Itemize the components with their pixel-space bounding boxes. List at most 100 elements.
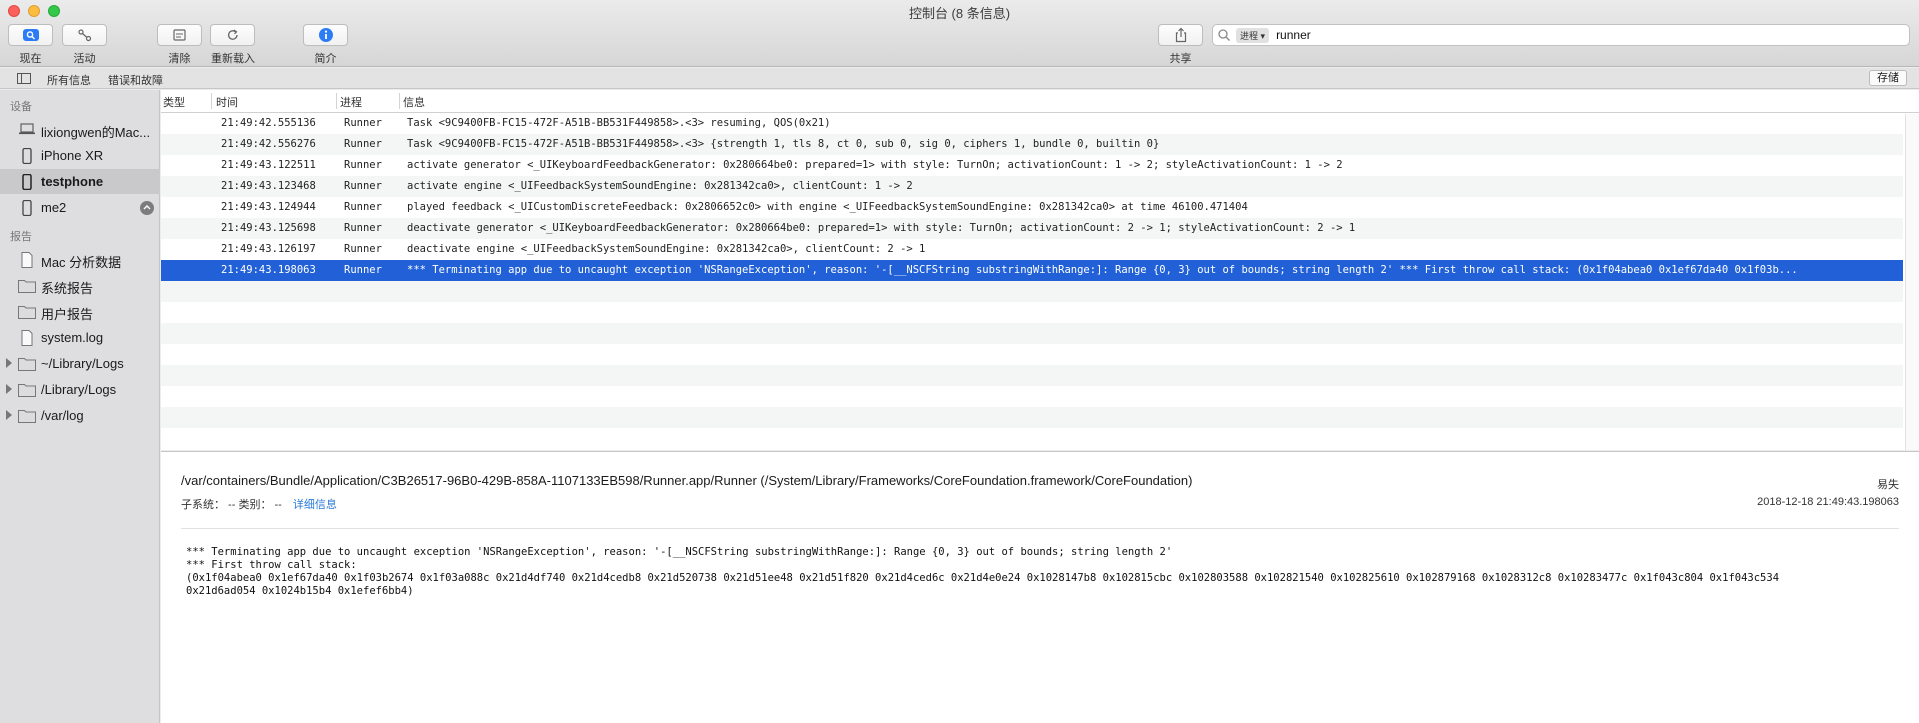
disclosure-triangle-icon[interactable] bbox=[6, 358, 12, 368]
sidebar-item-label: iPhone XR bbox=[41, 148, 104, 163]
row-process: Runner bbox=[344, 201, 382, 213]
filter-all-messages[interactable]: 所有信息 bbox=[47, 72, 91, 88]
sidebar-item-mac[interactable]: lixiongwen的Mac... bbox=[0, 117, 160, 142]
search-query[interactable]: runner bbox=[1276, 28, 1311, 42]
row-message: deactivate engine <_UIFeedbackSystemSoun… bbox=[407, 243, 926, 255]
activity-label: 活动 bbox=[73, 53, 96, 65]
sidebar-item-system-log[interactable]: system.log bbox=[0, 325, 160, 350]
empty-row bbox=[161, 428, 1903, 449]
column-header-process[interactable]: 进程 bbox=[340, 94, 362, 110]
table-row[interactable]: 21:49:43.125698 Runner deactivate genera… bbox=[161, 218, 1903, 239]
sidebar-item-user-library-logs[interactable]: ~/Library/Logs bbox=[0, 351, 160, 376]
column-divider[interactable] bbox=[399, 93, 400, 109]
row-time: 21:49:43.124944 bbox=[221, 201, 316, 213]
share-button[interactable] bbox=[1158, 24, 1203, 46]
table-row[interactable]: 21:49:43.122511 Runner activate generato… bbox=[161, 155, 1903, 176]
row-process: Runner bbox=[344, 159, 382, 171]
row-time: 21:49:43.122511 bbox=[221, 159, 316, 171]
reload-label: 重新载入 bbox=[211, 53, 255, 65]
log-table: 类型 时间 进程 信息 21:49:42.555136 Runner Task … bbox=[161, 90, 1919, 450]
vertical-scrollbar[interactable] bbox=[1905, 114, 1919, 450]
reports-header: 报告 bbox=[10, 231, 32, 243]
sidebar-item-label: Mac 分析数据 bbox=[41, 255, 122, 270]
table-row[interactable]: 21:49:43.123468 Runner activate engine <… bbox=[161, 176, 1903, 197]
info-button[interactable] bbox=[303, 24, 348, 46]
phone-icon bbox=[22, 148, 32, 164]
chevron-down-icon: ▾ bbox=[1260, 30, 1266, 41]
eject-icon[interactable] bbox=[140, 201, 154, 215]
sidebar-item-iphone-xr[interactable]: iPhone XR bbox=[0, 143, 160, 168]
now-icon bbox=[22, 29, 39, 41]
detail-subsystem-category: 子系统： -- 类别： -- 详细信息 bbox=[181, 496, 337, 512]
sidebar-item-var-log[interactable]: /var/log bbox=[0, 403, 160, 428]
sidebar-item-label: /var/log bbox=[41, 408, 84, 423]
sidebar-toggle-icon[interactable] bbox=[17, 73, 31, 84]
detail-pane: /var/containers/Bundle/Application/C3B26… bbox=[161, 451, 1919, 723]
detail-message-body[interactable]: *** Terminating app due to uncaught exce… bbox=[186, 546, 1901, 598]
reload-button[interactable] bbox=[210, 24, 255, 46]
document-icon bbox=[21, 330, 33, 346]
sidebar-item-label: system.log bbox=[41, 330, 104, 345]
sidebar: 设备 lixiongwen的Mac... iPhone XR testphone… bbox=[0, 90, 160, 723]
activity-button[interactable] bbox=[62, 24, 107, 46]
column-header-time[interactable]: 时间 bbox=[216, 94, 238, 110]
row-message: Task <9C9400FB-FC15-472F-A51B-BB531F4498… bbox=[407, 117, 831, 129]
search-field[interactable]: 进程 ▾ runner bbox=[1212, 24, 1910, 46]
empty-row bbox=[161, 344, 1903, 365]
details-link[interactable]: 详细信息 bbox=[293, 499, 337, 511]
search-filter-chip[interactable]: 进程 ▾ bbox=[1236, 27, 1270, 43]
folder-icon bbox=[18, 358, 36, 371]
sidebar-item-label: 用户报告 bbox=[41, 307, 94, 322]
row-process: Runner bbox=[344, 138, 382, 150]
toolbar: 控制台 (8 条信息) 现在 活动 清除 重新载入 简介 共享 进程 ▾ run… bbox=[0, 0, 1919, 67]
phone-icon bbox=[22, 174, 32, 190]
detail-timestamp: 2018-12-18 21:49:43.198063 bbox=[1757, 496, 1899, 508]
row-time: 21:49:43.123468 bbox=[221, 180, 316, 192]
sidebar-item-label: 系统报告 bbox=[41, 281, 94, 296]
share-label: 共享 bbox=[1169, 53, 1192, 65]
sidebar-item-label: ~/Library/Logs bbox=[41, 356, 124, 371]
now-label: 现在 bbox=[19, 53, 42, 65]
reload-icon bbox=[227, 29, 238, 40]
table-row-selected[interactable]: 21:49:43.198063 Runner *** Terminating a… bbox=[161, 260, 1903, 281]
row-time: 21:49:42.555136 bbox=[221, 117, 316, 129]
info-icon bbox=[318, 28, 333, 42]
detail-subsystem-text: 子系统： -- 类别： -- bbox=[181, 499, 282, 511]
disclosure-triangle-icon[interactable] bbox=[6, 384, 12, 394]
folder-icon bbox=[18, 306, 36, 319]
save-button[interactable]: 存储 bbox=[1869, 70, 1907, 86]
search-icon bbox=[1218, 29, 1230, 41]
empty-row bbox=[161, 302, 1903, 323]
column-divider[interactable] bbox=[211, 93, 212, 109]
row-message: Task <9C9400FB-FC15-472F-A51B-BB531F4498… bbox=[407, 138, 1160, 150]
row-time: 21:49:43.126197 bbox=[221, 243, 316, 255]
table-row[interactable]: 21:49:43.124944 Runner played feedback <… bbox=[161, 197, 1903, 218]
sidebar-item-user-reports[interactable]: 用户报告 bbox=[0, 299, 160, 324]
filter-errors-faults[interactable]: 错误和故障 bbox=[108, 72, 163, 88]
empty-row bbox=[161, 365, 1903, 386]
column-divider[interactable] bbox=[336, 93, 337, 109]
clear-label: 清除 bbox=[168, 53, 191, 65]
row-process: Runner bbox=[344, 222, 382, 234]
sidebar-item-label: lixiongwen的Mac... bbox=[41, 125, 151, 140]
table-row[interactable]: 21:49:42.555136 Runner Task <9C9400FB-FC… bbox=[161, 113, 1903, 134]
row-message: *** Terminating app due to uncaught exce… bbox=[407, 264, 1798, 276]
sidebar-item-system-reports[interactable]: 系统报告 bbox=[0, 273, 160, 298]
table-row[interactable]: 21:49:42.556276 Runner Task <9C9400FB-FC… bbox=[161, 134, 1903, 155]
detail-volatility: 易失 bbox=[1877, 479, 1899, 491]
devices-header: 设备 bbox=[10, 101, 32, 113]
sidebar-item-testphone[interactable]: testphone bbox=[0, 169, 160, 194]
row-message: activate engine <_UIFeedbackSystemSoundE… bbox=[407, 180, 913, 192]
now-button[interactable] bbox=[8, 24, 53, 46]
filter-bar: 所有信息 错误和故障 存储 bbox=[0, 68, 1919, 89]
column-header-message[interactable]: 信息 bbox=[403, 94, 425, 110]
sidebar-item-library-logs[interactable]: /Library/Logs bbox=[0, 377, 160, 402]
clear-button[interactable] bbox=[157, 24, 202, 46]
column-header-type[interactable]: 类型 bbox=[163, 94, 185, 110]
sidebar-item-mac-analytics[interactable]: Mac 分析数据 bbox=[0, 247, 160, 272]
empty-row bbox=[161, 407, 1903, 428]
document-icon bbox=[21, 252, 33, 268]
table-row[interactable]: 21:49:43.126197 Runner deactivate engine… bbox=[161, 239, 1903, 260]
disclosure-triangle-icon[interactable] bbox=[6, 410, 12, 420]
sidebar-item-me2[interactable]: me2 bbox=[0, 195, 160, 220]
